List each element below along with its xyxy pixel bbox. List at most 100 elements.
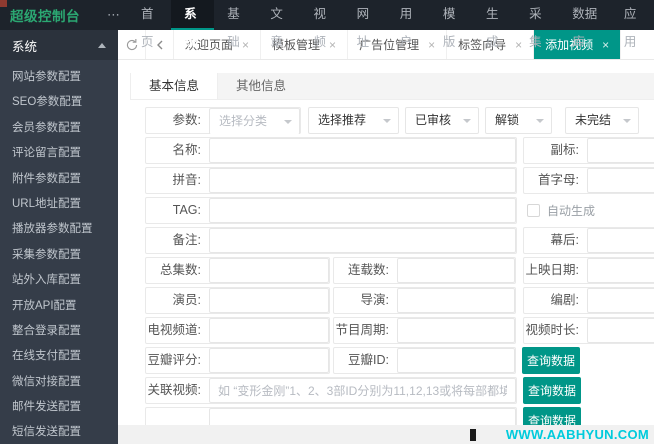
collapse-arrow-icon [98,42,106,48]
category-select[interactable]: 选择分类 [209,108,300,134]
sidebar-item-url-config[interactable]: URL地址配置 [0,192,118,217]
query-data-button[interactable]: 查询数据 [522,347,580,374]
artifact-box [470,429,476,441]
subtitle-label: 副标: [550,143,579,157]
nav-item-database[interactable]: 数据库 [559,0,611,49]
actors-input[interactable] [209,288,329,313]
director-input[interactable] [397,288,515,313]
channel-label: 电视频道: [147,323,201,337]
close-icon[interactable]: × [515,39,522,51]
note-input[interactable] [209,228,516,253]
nav-item-app[interactable]: 应用 [611,0,654,49]
sidebar-item-open-api[interactable]: 开放API配置 [0,294,118,319]
nav-item-home[interactable]: 首页 [128,0,171,49]
row-douban: 豆瓣评分: 豆瓣ID: 查询数据 [145,347,654,374]
tab-basic-info[interactable]: 基本信息 [130,73,219,99]
nav-item-video[interactable]: 视频 [301,0,344,49]
sidebar-group-system[interactable]: 系统 [0,30,118,60]
row-note: 备注: 幕后: [145,227,654,254]
sidebar-item-online-pay[interactable]: 在线支付配置 [0,344,118,369]
sidebar-menu: 网站参数配置 SEO参数配置 会员参数配置 评论留言配置 附件参数配置 URL地… [0,60,118,444]
close-icon[interactable]: × [428,39,435,51]
sidebar-collapse-icon[interactable]: ⋯ [107,7,120,23]
row-pinyin: 拼音: 首字母: [145,167,654,194]
sidebar-item-mail-send[interactable]: 邮件发送配置 [0,395,118,420]
episodes-input[interactable] [209,258,329,283]
finished-select[interactable]: 未完结 [565,107,639,134]
director-group: 导演: [333,287,516,314]
serial-input[interactable] [397,258,515,283]
row-related: 关联视频: 查询数据 [145,377,654,404]
nav-item-template[interactable]: 模版 [430,0,473,49]
chevron-down-icon [623,119,631,123]
nav-item-user[interactable]: 用户 [387,0,430,49]
row-episodes: 总集数: 连载数: 上映日期: [145,257,654,284]
duration-group: 视频时长: [523,317,654,344]
sidebar-item-collect-params[interactable]: 采集参数配置 [0,243,118,268]
cycle-input[interactable] [397,318,515,343]
corner-artifact [0,0,7,7]
sidebar-item-site-params[interactable]: 网站参数配置 [0,65,118,90]
release-group: 上映日期: [523,257,654,284]
nav-item-system[interactable]: 系统 [171,0,215,49]
auto-generate-checkbox-group[interactable]: 自动生成 [527,197,595,224]
name-group: 名称: [145,137,517,164]
douban-id-group: 豆瓣ID: [333,347,516,374]
related-input[interactable] [209,378,516,403]
tag-label: TAG: [172,203,201,217]
sidebar-item-player-params[interactable]: 播放器参数配置 [0,217,118,242]
sidebar-item-member-params[interactable]: 会员参数配置 [0,116,118,141]
douban-score-label: 豆瓣评分: [147,353,201,367]
douban-score-group: 豆瓣评分: [145,347,330,374]
writer-input[interactable] [587,288,654,313]
serial-group: 连载数: [333,257,516,284]
behind-input[interactable] [587,228,654,253]
initial-label: 首字母: [538,173,579,187]
nav-item-url[interactable]: 网址 [344,0,387,49]
sidebar-item-offsite-import[interactable]: 站外入库配置 [0,268,118,293]
sidebar-item-sms-send[interactable]: 短信发送配置 [0,420,118,444]
behind-group: 幕后: [523,227,654,254]
sidebar-item-seo-params[interactable]: SEO参数配置 [0,90,118,115]
footer-strip: WWW.AABHYUN.COM [118,425,654,444]
close-icon[interactable]: × [602,39,609,51]
duration-label: 视频时长: [525,323,579,337]
channel-input[interactable] [209,318,329,343]
chevron-down-icon [383,119,391,123]
pinyin-input[interactable] [209,168,516,193]
close-icon[interactable]: × [329,39,336,51]
tag-group: TAG: [145,197,517,224]
audit-select[interactable]: 已审核 [405,107,479,134]
nav-item-article[interactable]: 文章 [257,0,300,49]
name-input[interactable] [209,138,516,163]
douban-score-input[interactable] [209,348,329,373]
lock-select[interactable]: 解锁 [485,107,552,134]
release-input[interactable] [587,258,654,283]
checkbox-icon[interactable] [527,204,540,217]
douban-id-input[interactable] [397,348,515,373]
channel-group: 电视频道: [145,317,330,344]
nav-item-collect[interactable]: 采集 [516,0,559,49]
nav-item-basic[interactable]: 基础 [214,0,257,49]
sidebar: 系统 网站参数配置 SEO参数配置 会员参数配置 评论留言配置 附件参数配置 U… [0,30,118,444]
release-label: 上映日期: [525,263,579,277]
duration-input[interactable] [587,318,654,343]
sidebar-item-comment-config[interactable]: 评论留言配置 [0,141,118,166]
query-data-button[interactable]: 查询数据 [523,377,581,404]
sidebar-item-attachment-params[interactable]: 附件参数配置 [0,167,118,192]
nav-item-generate[interactable]: 生成 [473,0,516,49]
initial-input[interactable] [587,168,654,193]
recommend-select[interactable]: 选择推荐 [308,107,399,134]
param-group: 参数: 选择分类 [145,107,301,134]
sidebar-item-wechat-connect[interactable]: 微信对接配置 [0,370,118,395]
subtitle-input[interactable] [587,138,654,163]
refresh-icon [126,38,137,50]
chevron-down-icon [284,120,292,124]
sidebar-item-integrated-login[interactable]: 整合登录配置 [0,319,118,344]
close-icon[interactable]: × [242,39,249,51]
tag-input[interactable] [209,198,516,223]
auto-generate-label: 自动生成 [547,204,596,218]
cycle-group: 节目周期: [333,317,516,344]
actors-label: 演员: [172,293,201,307]
tab-other-info[interactable]: 其他信息 [218,73,304,99]
